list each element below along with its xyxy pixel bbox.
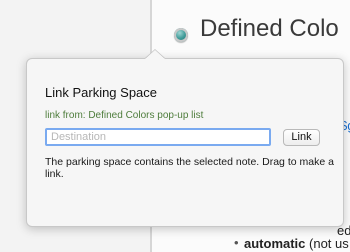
note-automatic-rest: (not us [305, 236, 349, 251]
link-parking-space-popover: Link Parking Space link from: Defined Co… [26, 58, 344, 227]
note-automatic-bold: automatic [244, 236, 306, 251]
destination-input[interactable] [45, 128, 271, 146]
note-title: Defined Colo [200, 15, 339, 42]
note-automatic-line: automatic (not us [244, 236, 349, 251]
link-source-label: link from: Defined Colors pop-up list [45, 110, 204, 121]
note-badge-dot-icon[interactable] [174, 28, 188, 42]
bullet-icon: • [234, 235, 239, 250]
popover-help-text: The parking space contains the selected … [45, 156, 334, 180]
popover-title: Link Parking Space [45, 85, 158, 100]
popover-arrow-inner [145, 50, 165, 59]
link-button[interactable]: Link [283, 129, 320, 146]
